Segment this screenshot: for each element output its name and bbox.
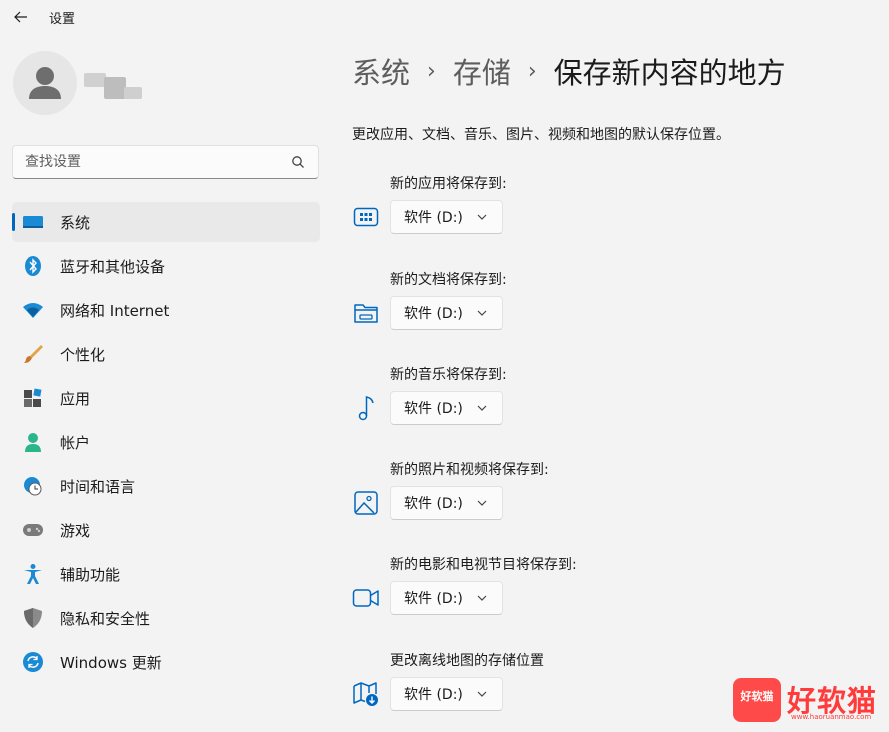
- picture-icon: [352, 489, 380, 517]
- nav-item-label: 隐私和安全性: [60, 609, 151, 628]
- nav-item-gaming[interactable]: 游戏: [12, 510, 320, 550]
- drive-dropdown-value: 软件 (D:): [404, 687, 463, 703]
- chevron-right-icon: ›: [427, 58, 436, 84]
- nav-item-label: 游戏: [60, 521, 91, 540]
- setting-documents-location: 新的文档将保存到: 软件 (D:): [352, 269, 752, 349]
- breadcrumb-system[interactable]: 系统: [352, 50, 410, 92]
- chevron-right-icon: ›: [527, 58, 537, 84]
- nav-item-label: Windows 更新: [60, 653, 162, 672]
- drive-dropdown-movies[interactable]: 软件 (D:): [390, 581, 503, 615]
- chevron-down-icon: [477, 500, 487, 506]
- nav-item-label: 系统: [60, 213, 91, 232]
- nav-item-network[interactable]: 网络和 Internet: [12, 290, 320, 330]
- avatar[interactable]: [13, 51, 77, 115]
- nav-item-accounts[interactable]: 帐户: [12, 422, 320, 462]
- page-description: 更改应用、文档、音乐、图片、视频和地图的默认保存位置。: [352, 127, 730, 143]
- watermark-url: www.haoruanmao.com: [791, 713, 872, 721]
- time-language-icon: [22, 475, 44, 497]
- search-input[interactable]: [25, 154, 285, 170]
- setting-music-location: 新的音乐将保存到: 软件 (D:): [352, 364, 752, 444]
- chevron-down-icon: [477, 310, 487, 316]
- back-arrow-icon: [14, 11, 27, 23]
- setting-maps-location: 更改离线地图的存储位置 软件 (D:): [352, 650, 752, 730]
- setting-movies-location: 新的电影和电视节目将保存到: 软件 (D:): [352, 554, 752, 634]
- drive-dropdown-value: 软件 (D:): [404, 591, 463, 607]
- nav-item-label: 辅助功能: [60, 565, 121, 584]
- setting-label: 新的文档将保存到:: [390, 272, 507, 288]
- nav-item-label: 网络和 Internet: [60, 301, 170, 320]
- account-icon: [22, 431, 44, 453]
- nav-item-label: 应用: [60, 389, 91, 408]
- drive-dropdown-value: 软件 (D:): [404, 210, 463, 226]
- back-button[interactable]: [10, 6, 32, 28]
- drive-dropdown-apps[interactable]: 软件 (D:): [390, 200, 503, 234]
- setting-label: 新的应用将保存到:: [390, 176, 507, 192]
- drive-dropdown-music[interactable]: 软件 (D:): [390, 391, 503, 425]
- nav-item-accessibility[interactable]: 辅助功能: [12, 554, 320, 594]
- bluetooth-icon: [22, 255, 44, 277]
- gamepad-icon: [22, 519, 44, 541]
- chevron-down-icon: [477, 214, 487, 220]
- app-title: 设置: [49, 12, 76, 27]
- brush-icon: [22, 343, 44, 365]
- nav-item-label: 帐户: [60, 433, 91, 452]
- drive-dropdown-value: 软件 (D:): [404, 496, 463, 512]
- nav-item-bluetooth[interactable]: 蓝牙和其他设备: [12, 246, 320, 286]
- title-bar: 设置: [0, 0, 889, 34]
- drive-dropdown-value: 软件 (D:): [404, 401, 463, 417]
- sidebar-nav: 系统 蓝牙和其他设备 网络和 Internet 个性化 应用 帐户 时间和语言 …: [12, 202, 320, 686]
- apps-icon: [22, 387, 44, 409]
- nav-item-personalization[interactable]: 个性化: [12, 334, 320, 374]
- watermark-badge: 好软猫: [733, 678, 781, 722]
- wifi-icon: [22, 299, 44, 321]
- drive-dropdown-value: 软件 (D:): [404, 306, 463, 322]
- accessibility-icon: [22, 563, 44, 585]
- page-title: 保存新内容的地方: [553, 56, 786, 90]
- setting-photos-location: 新的照片和视频将保存到: 软件 (D:): [352, 459, 752, 539]
- search-icon[interactable]: [291, 155, 305, 169]
- setting-label: 更改离线地图的存储位置: [390, 653, 544, 669]
- shield-icon: [22, 607, 44, 629]
- watermark-logo: 好软猫 好软猫 www.haoruanmao.com: [733, 678, 883, 724]
- nav-item-apps[interactable]: 应用: [12, 378, 320, 418]
- drive-dropdown-documents[interactable]: 软件 (D:): [390, 296, 503, 330]
- nav-item-label: 蓝牙和其他设备: [60, 257, 166, 276]
- drive-dropdown-maps[interactable]: 软件 (D:): [390, 677, 503, 711]
- user-avatar-icon: [29, 67, 61, 99]
- drive-dropdown-photos[interactable]: 软件 (D:): [390, 486, 503, 520]
- map-download-icon: [352, 680, 380, 708]
- apps-drive-icon: [352, 203, 380, 231]
- chevron-down-icon: [477, 405, 487, 411]
- system-icon: [22, 211, 44, 233]
- setting-label: 新的电影和电视节目将保存到:: [390, 557, 577, 573]
- setting-label: 新的音乐将保存到:: [390, 367, 507, 383]
- search-box[interactable]: [12, 145, 319, 179]
- setting-label: 新的照片和视频将保存到:: [390, 462, 549, 478]
- windows-update-icon: [22, 651, 44, 673]
- chevron-down-icon: [477, 691, 487, 697]
- nav-item-label: 时间和语言: [60, 477, 136, 496]
- nav-item-time-language[interactable]: 时间和语言: [12, 466, 320, 506]
- nav-item-privacy[interactable]: 隐私和安全性: [12, 598, 320, 638]
- setting-apps-location: 新的应用将保存到: 软件 (D:): [352, 173, 752, 253]
- breadcrumb: 系统 › 存储 › 保存新内容的地方: [352, 50, 786, 92]
- chevron-down-icon: [477, 595, 487, 601]
- video-camera-icon: [352, 584, 380, 612]
- folder-icon: [352, 299, 380, 327]
- nav-item-system[interactable]: 系统: [12, 202, 320, 242]
- nav-item-label: 个性化: [60, 345, 106, 364]
- user-name-redacted: [84, 73, 144, 101]
- nav-item-windows-update[interactable]: Windows 更新: [12, 642, 320, 682]
- music-note-icon: [352, 394, 380, 422]
- breadcrumb-storage[interactable]: 存储: [453, 50, 511, 92]
